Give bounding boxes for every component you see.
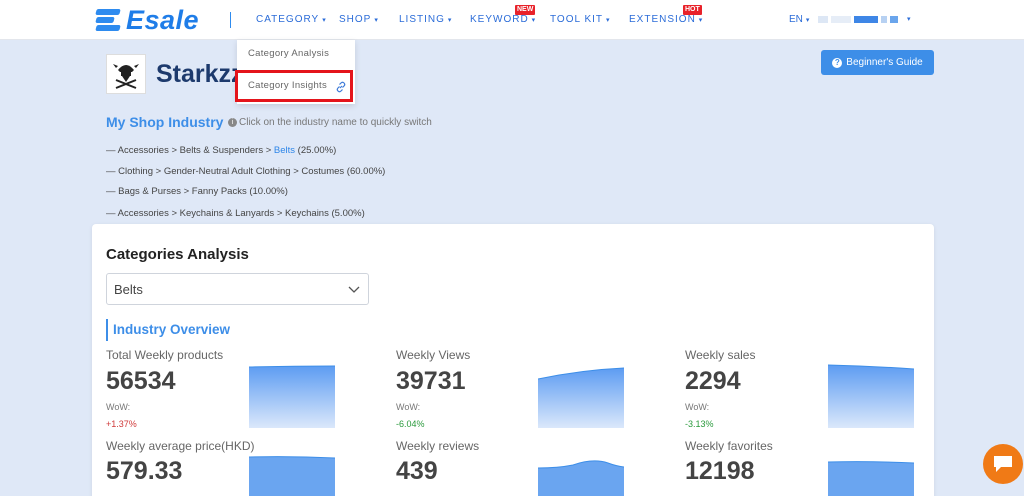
language-label: EN <box>789 14 803 25</box>
account-blur-1 <box>818 15 828 23</box>
nav-toolkit-label: TOOL KIT <box>550 14 604 25</box>
wow-value: -6.04% <box>396 419 425 429</box>
sparkline-favorites <box>828 461 914 496</box>
sparkline-reviews <box>538 460 624 496</box>
sparkline-products <box>249 365 335 428</box>
sparkline-views <box>538 367 624 428</box>
account-blur-2 <box>831 15 851 23</box>
menu-item-category-analysis[interactable]: Category Analysis <box>248 48 329 59</box>
caret-down-icon: ▾ <box>698 17 704 24</box>
stat-label: Weekly sales <box>685 348 756 362</box>
wow-value: +1.37% <box>106 419 137 429</box>
card-title: Categories Analysis <box>106 246 249 263</box>
shop-avatar <box>106 54 146 94</box>
caret-down-icon: ▾ <box>322 17 327 24</box>
overview-title: Industry Overview <box>113 322 231 337</box>
overview-accent-bar <box>106 319 108 341</box>
nav-keyword[interactable]: KEYWORD ▾ NEW <box>470 5 537 25</box>
industry-line[interactable]: — Bags & Purses > Fanny Packs (10.00%) <box>106 186 288 197</box>
nav-extension[interactable]: EXTENSION ▾ HOT <box>629 5 704 25</box>
industry-path: — Clothing > Gender-Neutral Adult Clothi… <box>106 166 386 177</box>
wow-value: -3.13% <box>685 419 714 429</box>
industry-share: (25.00%) <box>295 145 337 156</box>
industry-title: My Shop Industry <box>106 114 224 130</box>
stat-label: Weekly favorites <box>685 439 773 453</box>
beginners-guide-label: Beginner's Guide <box>846 57 923 68</box>
info-icon: i <box>228 118 237 127</box>
stat-label: Weekly reviews <box>396 439 480 453</box>
chat-button[interactable] <box>983 444 1023 484</box>
language-selector[interactable]: EN ▾ <box>789 14 809 25</box>
industry-hint-text: Click on the industry name to quickly sw… <box>239 117 432 128</box>
industry-line[interactable]: — Clothing > Gender-Neutral Adult Clothi… <box>106 166 385 177</box>
account-blur-5 <box>890 15 898 23</box>
question-icon: ? <box>832 57 843 68</box>
logo-text: Esale <box>126 4 200 35</box>
stat-value: 56534 <box>106 367 176 395</box>
nav-shop[interactable]: SHOP ▾ <box>339 14 379 25</box>
industry-path: — Bags & Purses > Fanny Packs (10.00%) <box>106 186 288 197</box>
nav-toolkit[interactable]: TOOL KIT ▾ <box>550 14 611 25</box>
caret-down-icon: ▾ <box>907 16 911 23</box>
new-badge: NEW <box>515 5 536 15</box>
nav-category[interactable]: CATEGORY ▾ <box>256 14 327 25</box>
account-blur-3 <box>854 15 878 23</box>
wow-label: WoW: <box>106 402 131 412</box>
stat-value: 2294 <box>685 367 741 395</box>
link-icon[interactable] <box>335 81 347 93</box>
account-blur-4 <box>881 15 887 23</box>
nav-extension-label: EXTENSION <box>629 14 696 25</box>
chevron-down-icon <box>348 286 360 293</box>
viking-logo-icon <box>113 64 139 89</box>
caret-down-icon: ▾ <box>531 17 537 24</box>
industry-path: — Accessories > Keychains & Lanyards > K… <box>106 208 365 219</box>
header-divider <box>230 12 231 28</box>
industry-path: — Accessories > Belts & Suspenders > <box>106 145 274 156</box>
nav-listing[interactable]: LISTING ▾ <box>399 14 452 25</box>
nav-keyword-label: KEYWORD <box>470 14 529 25</box>
stat-value: 12198 <box>685 457 755 485</box>
category-select-value: Belts <box>114 282 143 297</box>
nav-shop-label: SHOP <box>339 14 372 25</box>
shop-name: Starkzz <box>156 60 244 88</box>
industry-hint: i Click on the industry name to quickly … <box>228 117 432 128</box>
caret-down-icon: ▾ <box>374 17 379 24</box>
top-header: Esale CATEGORY ▾ SHOP ▾ LISTING ▾ KEYWORD ▾ … <box>0 0 1024 40</box>
chat-icon <box>994 456 1012 472</box>
stat-value: 439 <box>396 457 438 485</box>
industry-line[interactable]: — Accessories > Keychains & Lanyards > K… <box>106 208 365 219</box>
stat-label: Weekly average price(HKD) <box>106 439 255 453</box>
stat-value: 579.33 <box>106 457 183 485</box>
caret-down-icon: ▾ <box>606 17 611 24</box>
nav-category-label: CATEGORY <box>256 14 320 25</box>
industry-link-belts[interactable]: Belts <box>274 145 295 156</box>
caret-down-icon: ▾ <box>805 17 810 24</box>
sparkline-sales <box>828 364 914 428</box>
hot-badge: HOT <box>683 5 702 15</box>
account-menu[interactable]: ▾ <box>818 15 911 23</box>
esale-logo[interactable]: Esale <box>95 4 200 35</box>
category-select[interactable]: Belts <box>106 273 369 305</box>
stat-label: Total Weekly products <box>106 348 224 362</box>
stat-value: 39731 <box>396 367 466 395</box>
logo-mark-icon <box>95 7 122 33</box>
nav-listing-label: LISTING <box>399 14 445 25</box>
caret-down-icon: ▾ <box>447 17 453 24</box>
industry-line: — Accessories > Belts & Suspenders > Bel… <box>106 145 336 156</box>
sparkline-avg-price <box>249 456 335 496</box>
wow-label: WoW: <box>396 402 421 412</box>
wow-label: WoW: <box>685 402 710 412</box>
beginners-guide-button[interactable]: ? Beginner's Guide <box>821 50 934 75</box>
stat-label: Weekly Views <box>396 348 471 362</box>
